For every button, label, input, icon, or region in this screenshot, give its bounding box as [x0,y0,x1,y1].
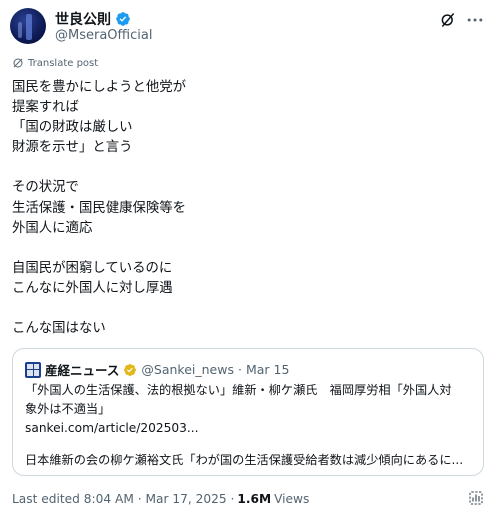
post-text-line: 財源を示せ」と言う [12,140,133,156]
views-label: Views [274,492,310,506]
post-text-line: 外国人に適応 [12,220,93,236]
quoted-date: Mar 15 [245,362,290,377]
post-meta: Last edited 8:04 AM · Mar 17, 2025 · 1.6… [12,492,309,506]
avatar[interactable] [10,8,46,44]
sankei-avatar [25,361,41,378]
quoted-source-name: 産経ニュース [45,363,120,378]
author-name-row: 世良公則 [55,9,131,29]
post-text-line: 提案すれば [12,100,79,116]
edited-timestamp[interactable]: Last edited 8:04 AM · Mar 17, 2025 · [12,492,234,506]
author-handle[interactable]: @MseraOfficial [55,28,152,43]
quoted-post[interactable]: 産経ニュース @Sankei_news · Mar 15 「外国人の生活保護、法… [12,348,484,476]
translate-post-label: Translate post [28,57,99,69]
quoted-separator: · [237,362,242,377]
views-count: 1.6M [237,492,272,506]
post-text-blank-line [12,299,482,319]
translate-icon [13,58,23,68]
verified-badge-icon [116,12,130,26]
author-display-name[interactable]: 世良公則 [55,9,111,29]
post-text-blank-line [12,158,482,178]
quoted-headline-line-1: 「外国人の生活保護、法的根拠ない」維新・柳ケ瀬氏 福岡厚労相「外国人対 [25,383,452,397]
quoted-headline-line-2: 象外は不適当」 [25,402,111,416]
post-text-line: こんな国はない [12,321,106,337]
verified-gold-badge-icon [124,363,137,376]
quoted-spacer [25,438,477,451]
quoted-post-header: 産経ニュース @Sankei_news · Mar 15 [25,360,289,379]
post-text-line: 国民を豊かにしようと他党が [12,80,187,95]
analytics-icon[interactable] [467,489,485,507]
post-text: 国民を豊かにしようと他党が 提案すれば「国の財政は厳しい 財源を示せ」と言う その状況… [12,78,482,339]
post-header: 世良公則 @MseraOfficial [10,6,487,48]
quoted-excerpt: 日本維新の会の柳ケ瀬裕文氏「わが国の生活保護受給者数は減少傾向にあるに... [25,453,464,467]
quoted-handle: @Sankei_news [141,362,234,377]
grok-icon[interactable] [439,11,457,29]
post-text-line: 生活保護・国民健康保険等を [12,200,187,216]
post-text-line: こんなに外国人に対し厚遇 [12,280,173,296]
post-text-line: 自国民が困窮しているのに [12,260,173,276]
quoted-post-text: 「外国人の生活保護、法的根拠ない」維新・柳ケ瀬氏 福岡厚労相「外国人対 象外は不… [25,381,477,470]
translate-post-link[interactable]: Translate post [12,57,98,69]
quoted-link[interactable]: sankei.com/article/202503... [25,419,477,438]
more-options-icon[interactable] [465,12,485,28]
post-text-line: 「国の財政は厳しい [12,120,133,136]
post-text-line: その状況で [12,180,79,196]
post-text-blank-line [12,239,482,259]
